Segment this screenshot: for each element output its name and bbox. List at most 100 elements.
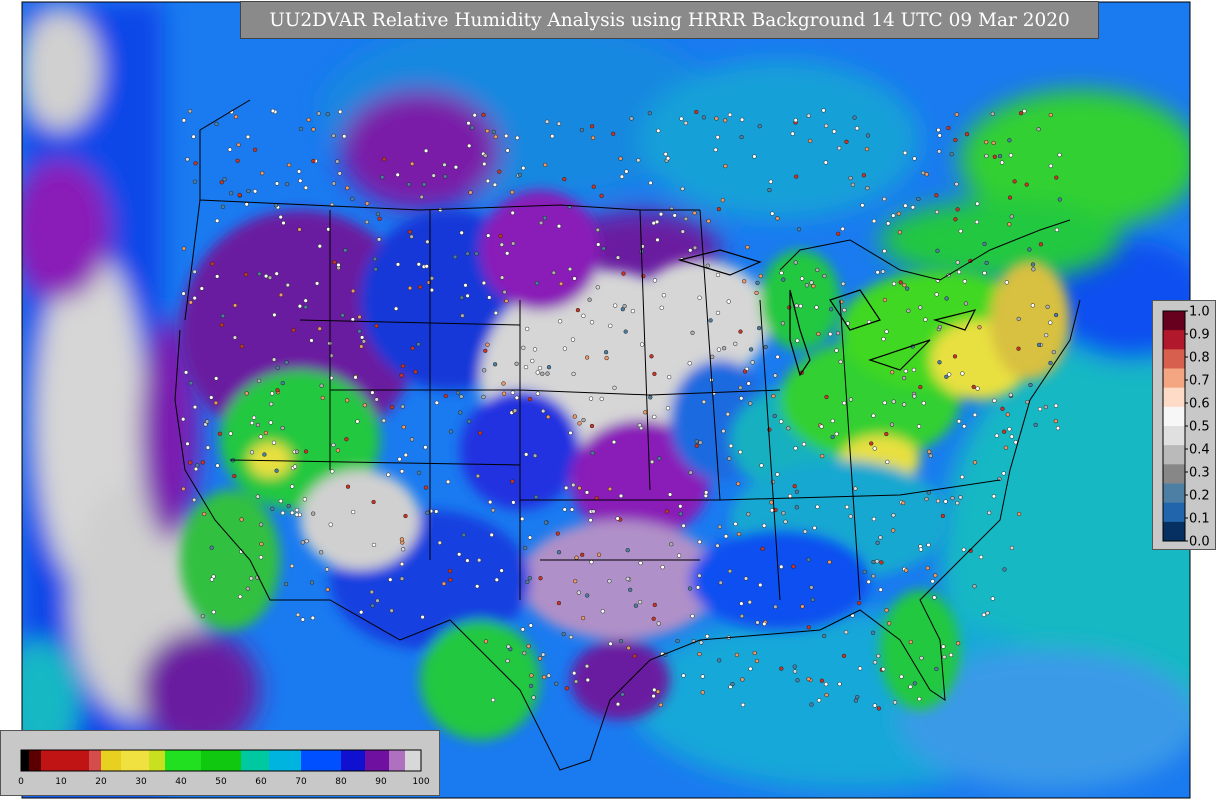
station-marker	[222, 177, 227, 182]
station-marker	[937, 324, 943, 330]
station-marker	[611, 131, 616, 136]
station-marker	[438, 207, 443, 213]
station-marker	[773, 373, 778, 378]
station-marker	[621, 271, 626, 276]
station-marker	[416, 262, 421, 267]
station-marker	[270, 506, 275, 511]
station-marker	[488, 499, 493, 505]
station-marker	[837, 146, 842, 151]
station-marker	[953, 217, 958, 222]
station-marker	[482, 161, 487, 167]
station-marker	[355, 419, 360, 424]
station-marker	[215, 218, 220, 223]
station-marker	[238, 594, 243, 599]
station-marker	[652, 278, 658, 283]
station-marker	[591, 509, 596, 514]
station-marker	[514, 395, 519, 400]
station-marker	[517, 172, 523, 178]
field-colorbar-swatch	[301, 750, 342, 771]
station-marker	[866, 579, 871, 584]
station-marker	[768, 179, 773, 184]
station-marker	[1036, 127, 1041, 132]
station-marker	[618, 493, 624, 499]
station-marker	[249, 576, 254, 581]
station-marker	[820, 453, 825, 459]
station-marker	[252, 189, 258, 194]
station-marker	[694, 439, 699, 444]
station-marker	[809, 585, 814, 590]
station-marker	[944, 374, 949, 379]
obs-colorbar-tick-label: 0.9	[1189, 328, 1210, 343]
station-marker	[994, 433, 999, 438]
station-marker	[690, 330, 695, 335]
station-marker	[303, 304, 308, 310]
station-marker	[365, 201, 370, 206]
station-marker	[481, 394, 486, 400]
obs-colorbar-swatch	[1163, 387, 1185, 408]
station-marker	[755, 620, 760, 625]
station-marker	[492, 362, 498, 367]
station-marker	[533, 494, 539, 500]
station-marker	[521, 165, 526, 171]
station-marker	[331, 442, 336, 448]
station-marker	[738, 449, 743, 455]
station-marker	[528, 683, 534, 689]
station-marker	[520, 627, 525, 632]
station-marker	[954, 112, 959, 117]
station-marker	[364, 219, 370, 225]
station-marker	[793, 446, 798, 451]
station-marker	[280, 425, 285, 431]
station-marker	[538, 220, 544, 226]
station-marker	[632, 653, 637, 659]
obs-colorbar-swatch	[1163, 464, 1185, 484]
station-marker	[512, 408, 518, 413]
station-marker	[792, 484, 797, 489]
station-marker	[468, 190, 473, 195]
station-marker	[667, 492, 673, 497]
field-colorbar-swatch	[21, 750, 30, 771]
station-marker	[409, 234, 414, 239]
station-marker	[615, 516, 620, 521]
station-marker	[661, 293, 667, 298]
station-marker	[481, 112, 486, 117]
station-marker	[757, 124, 762, 129]
station-marker	[267, 275, 273, 280]
station-marker	[865, 133, 871, 138]
station-marker	[700, 674, 705, 679]
obs-colorbar-tick-label: 0.8	[1189, 351, 1210, 366]
station-marker	[1007, 427, 1012, 432]
station-marker	[692, 245, 698, 250]
station-marker	[779, 419, 784, 424]
station-marker	[823, 160, 828, 165]
station-marker	[628, 587, 633, 592]
station-marker	[345, 185, 350, 191]
station-marker	[237, 192, 242, 198]
station-marker	[542, 215, 548, 221]
station-marker	[943, 499, 948, 504]
station-marker	[856, 600, 862, 606]
station-marker	[824, 123, 829, 128]
station-marker	[688, 470, 693, 475]
station-marker	[286, 162, 292, 168]
station-marker	[257, 271, 262, 277]
station-marker	[543, 162, 548, 168]
station-marker	[901, 375, 907, 381]
station-marker	[482, 368, 487, 373]
station-marker	[591, 184, 596, 189]
station-marker	[926, 542, 931, 548]
station-marker	[844, 504, 850, 510]
station-marker	[835, 331, 841, 336]
station-marker	[400, 404, 405, 409]
station-marker	[800, 604, 805, 609]
station-marker	[828, 307, 834, 312]
station-marker	[652, 602, 657, 608]
station-marker	[345, 398, 350, 403]
station-marker	[371, 499, 376, 505]
station-marker	[561, 631, 566, 637]
station-marker	[527, 397, 533, 402]
station-marker	[504, 298, 509, 304]
station-marker	[906, 308, 911, 313]
station-marker	[459, 230, 464, 235]
station-marker	[410, 161, 415, 166]
field-colorbar-tick-label: 70	[295, 777, 307, 787]
